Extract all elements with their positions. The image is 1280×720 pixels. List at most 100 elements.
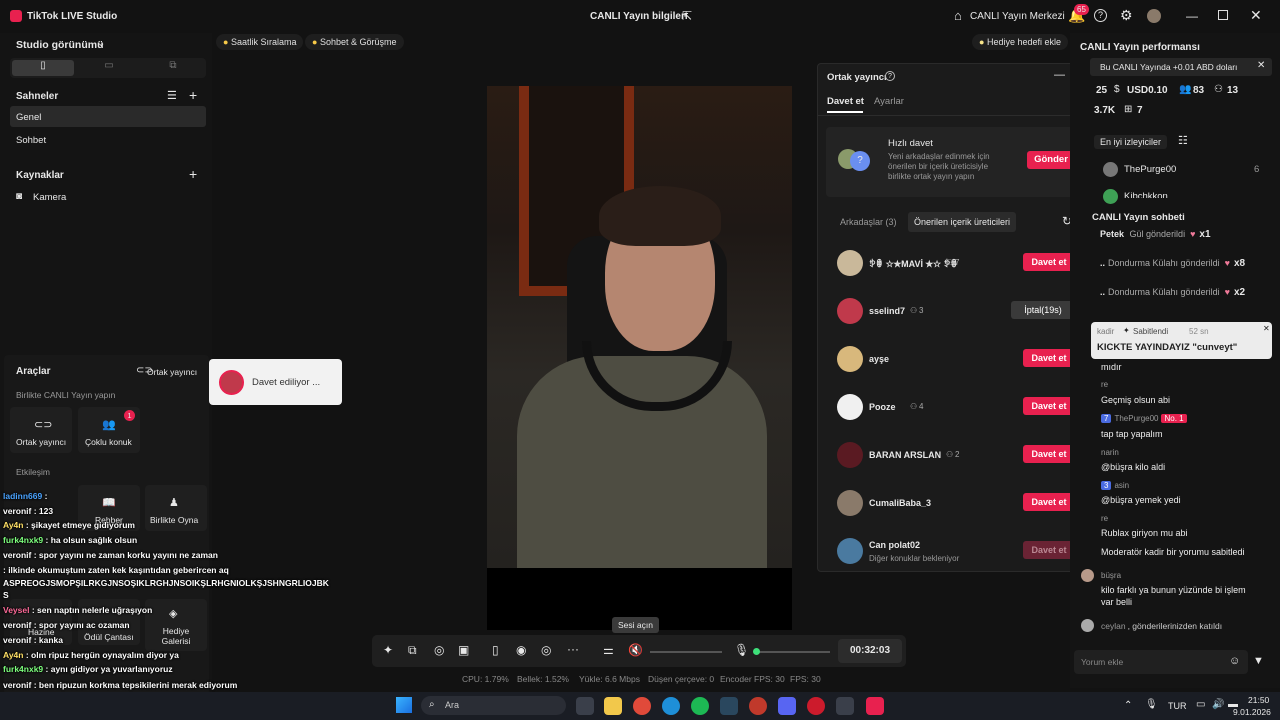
info-icon[interactable]: ? — [885, 71, 895, 81]
chat-username[interactable]: re — [1101, 514, 1108, 523]
cohost-user-name[interactable]: BARAN ARSLAN — [869, 450, 941, 460]
tab-invite[interactable]: Davet et — [827, 96, 864, 107]
spotify-icon[interactable] — [691, 697, 709, 715]
tool-play-together-button[interactable]: ♟ Birlikte Oyna — [145, 485, 207, 531]
screen-add-icon[interactable]: ⧉ — [408, 643, 417, 658]
overlay-chat-text: : ben ripuzun korkma tepsikilerini merak… — [31, 680, 238, 690]
volume-icon[interactable]: 🔊 — [1212, 699, 1224, 710]
cancel-invite-button[interactable]: İptal(19s) — [1011, 301, 1075, 319]
cohost-link[interactable]: Ortak yayıncı — [147, 367, 197, 377]
invite-button[interactable]: Davet et — [1023, 397, 1075, 415]
opera-icon[interactable] — [807, 697, 825, 715]
chat-call-chip[interactable]: ● Sohbet & Görüşme — [305, 34, 404, 50]
chat-username[interactable]: ceylan — [1101, 621, 1126, 631]
tool-multi-guest-button[interactable]: 👥 Çoklu konuk 1 — [78, 407, 140, 453]
chat-username[interactable]: büşra — [1101, 571, 1121, 580]
chat-username[interactable]: re — [1101, 380, 1108, 389]
list-icon[interactable]: ☷ — [1178, 134, 1188, 147]
viewer-name[interactable]: Kibchkkon — [1124, 191, 1168, 198]
scene-item-genel[interactable]: Genel — [10, 106, 206, 127]
user-avatar[interactable] — [1147, 9, 1161, 23]
send-button[interactable]: Gönder — [1027, 151, 1075, 169]
magic-wand-icon[interactable]: ✦ — [383, 643, 393, 657]
game-icon[interactable] — [836, 697, 854, 715]
edge-icon[interactable] — [662, 697, 680, 715]
invite-button[interactable]: Davet et — [1023, 349, 1075, 367]
speaker-muted-icon[interactable]: 🔇 — [628, 643, 643, 657]
filter-icon[interactable]: ▼ — [1253, 655, 1264, 667]
speaker-volume-slider[interactable] — [650, 651, 722, 653]
landscape-layout-button[interactable]: ▭ — [78, 60, 140, 76]
steam-icon[interactable] — [720, 697, 738, 715]
effects-icon[interactable]: ◎ — [434, 643, 444, 657]
chat-username[interactable]: narin — [1101, 448, 1119, 457]
minimize-icon[interactable]: — — [1186, 9, 1198, 23]
settings-gear-icon[interactable]: ⚙ — [1120, 7, 1133, 24]
camera-switch-icon[interactable]: ◎ — [541, 643, 551, 657]
share-icon[interactable]: ⇱ — [682, 9, 692, 23]
language-indicator[interactable]: TUR — [1168, 701, 1187, 711]
sliders-icon[interactable]: ⚌ — [603, 643, 614, 657]
add-scene-icon[interactable]: + — [189, 87, 197, 103]
phone-icon[interactable]: ▯ — [492, 643, 499, 657]
viewer-name[interactable]: ThePurge00 — [1124, 164, 1176, 175]
taskview-icon[interactable] — [576, 697, 594, 715]
suggested-tab[interactable]: Önerilen içerik üreticileri — [908, 212, 1017, 232]
cohost-user-name[interactable]: Pooze — [869, 402, 896, 412]
mic-volume-slider[interactable] — [755, 651, 830, 653]
close-banner-icon[interactable]: ✕ — [1257, 60, 1265, 71]
top-viewers-tab[interactable]: En iyi izleyiciler — [1094, 135, 1168, 149]
tiktok-studio-icon[interactable] — [866, 697, 884, 715]
chevron-down-icon[interactable]: ⌄ — [97, 38, 105, 49]
multi-layout-button[interactable]: ⧉ — [142, 60, 204, 76]
live-info-title[interactable]: CANLI Yayın bilgileri — [590, 11, 688, 22]
microphone-icon[interactable]: 🎙 — [734, 643, 749, 657]
add-source-icon[interactable]: + — [189, 166, 197, 182]
discord-icon[interactable] — [778, 697, 796, 715]
windows-start-icon[interactable] — [396, 697, 412, 713]
invite-button[interactable]: Davet et — [1023, 493, 1075, 511]
comment-input[interactable]: Yorum ekle — [1081, 657, 1123, 667]
mic-volume-knob[interactable] — [753, 648, 760, 655]
stat-gifters: 7 — [1137, 105, 1143, 116]
studio-view-dropdown[interactable]: Studio görünümü — [16, 39, 103, 51]
portrait-layout-button[interactable]: ▯ — [12, 60, 74, 76]
record-icon[interactable]: ◉ — [516, 643, 526, 657]
cohost-user-avatar — [837, 490, 863, 516]
chat-username[interactable]: ThePurge00 — [1114, 414, 1158, 423]
list-icon[interactable]: ☰ — [167, 89, 177, 102]
cohost-user-name[interactable]: sselind7 — [869, 306, 905, 316]
taskbar-search[interactable]: ⌕ Ara — [421, 696, 566, 715]
chat-username[interactable]: asin — [1114, 481, 1129, 490]
chevron-up-icon[interactable]: ⌃ — [1124, 700, 1132, 711]
live-center-button[interactable]: CANLI Yayın Merkezi — [970, 11, 1065, 22]
cohost-user-name[interactable]: ꉣꂦ ☆✯MAVİ ✯☆ ꉣꂦ — [869, 258, 958, 270]
minimize-panel-icon[interactable]: — — [1054, 69, 1065, 81]
mic-tray-icon[interactable]: 🎙 — [1145, 699, 1158, 710]
emoji-icon[interactable]: ☺ — [1229, 655, 1240, 667]
maximize-icon[interactable] — [1218, 10, 1228, 20]
file-explorer-icon[interactable] — [604, 697, 622, 715]
tool-cohost-button[interactable]: ⊂⊃ Ortak yayıncı — [10, 407, 72, 453]
layout-icon[interactable]: ▣ — [458, 643, 469, 657]
scene-item-sohbet[interactable]: Sohbet — [16, 135, 46, 146]
cohost-user-name[interactable]: ayşe — [869, 354, 889, 364]
invite-button[interactable]: Davet et — [1023, 253, 1075, 271]
more-icon[interactable]: ··· — [567, 642, 579, 656]
chrome-icon[interactable] — [633, 697, 651, 715]
invite-button[interactable]: Davet et — [1023, 541, 1075, 559]
cohost-user-name[interactable]: CumaliBaba_3 — [869, 498, 931, 508]
app-icon[interactable] — [749, 697, 767, 715]
network-icon[interactable]: ▭ — [1196, 699, 1205, 710]
tab-settings[interactable]: Ayarlar — [874, 96, 904, 107]
help-icon[interactable]: ? — [1094, 9, 1107, 22]
friends-tab[interactable]: Arkadaşlar (3) — [840, 217, 897, 227]
tool-gift-gallery-button[interactable]: ◈ Hediye Galerisi — [145, 599, 207, 651]
source-camera[interactable]: Kamera — [33, 192, 66, 203]
close-icon[interactable]: ✕ — [1250, 7, 1262, 24]
add-gift-goal-chip[interactable]: ● Hediye hedefi ekle — [972, 34, 1069, 50]
invite-button[interactable]: Davet et — [1023, 445, 1075, 463]
hourly-ranking-chip[interactable]: ● Saatlik Sıralama — [216, 34, 304, 50]
close-pinned-icon[interactable]: ✕ — [1263, 324, 1270, 333]
cohost-user-name[interactable]: Can polat02 — [869, 540, 920, 550]
